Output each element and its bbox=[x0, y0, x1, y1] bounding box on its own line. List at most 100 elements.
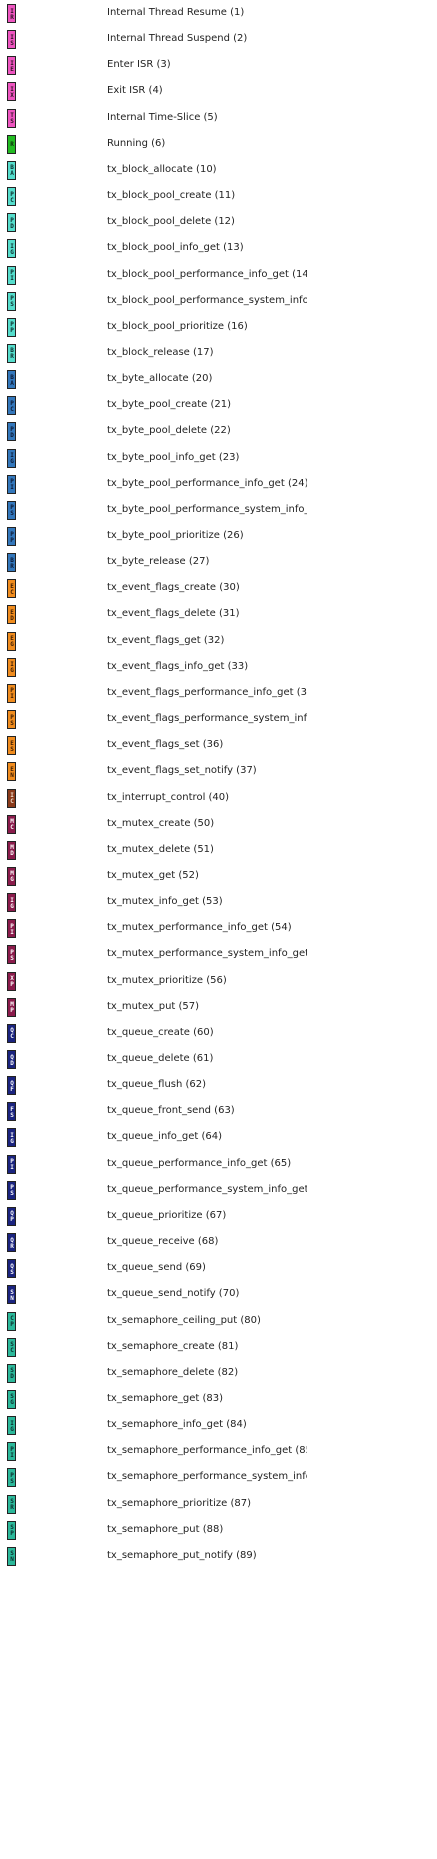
event-code-text: IG bbox=[8, 896, 16, 909]
event-code-badge-icon: QF bbox=[7, 1076, 16, 1096]
legend-row: PD tx_block_pool_delete (12) bbox=[0, 213, 437, 239]
event-code-badge-icon: PS bbox=[7, 1180, 16, 1200]
event-code-text: EN bbox=[8, 765, 16, 778]
event-code-text: XP bbox=[8, 975, 16, 988]
legend-row: SN tx_semaphore_put_notify (89) bbox=[0, 1546, 437, 1573]
legend-row: PC tx_byte_pool_create (21) bbox=[0, 396, 437, 422]
event-label: tx_byte_release (27) bbox=[107, 556, 210, 568]
legend-row: R Running (6) bbox=[0, 134, 437, 161]
event-code-badge-icon: PS bbox=[7, 945, 16, 965]
event-code-text: TS bbox=[8, 112, 16, 125]
event-code-badge-icon: SD bbox=[7, 1363, 16, 1383]
event-code-badge-icon: MD bbox=[7, 840, 16, 860]
event-code-text: PD bbox=[8, 216, 16, 229]
event-label: tx_semaphore_put (88) bbox=[107, 1523, 224, 1535]
event-code-badge-icon: IG bbox=[7, 657, 16, 677]
event-label: tx_block_pool_performance_system_info_ge… bbox=[107, 294, 307, 306]
event-label: tx_queue_receive (68) bbox=[107, 1236, 219, 1248]
event-code-badge-icon: QP bbox=[7, 1206, 16, 1226]
event-code-text: SC bbox=[8, 1341, 16, 1354]
event-code-text: QR bbox=[8, 1236, 16, 1249]
event-code-text: MP bbox=[8, 1001, 16, 1014]
legend-row: IE Enter ISR (3) bbox=[0, 56, 437, 82]
event-code-badge-icon: CP bbox=[7, 1311, 16, 1331]
event-code-badge-icon: IG bbox=[7, 893, 16, 913]
event-code-text: EG bbox=[8, 635, 16, 648]
event-code-text: QD bbox=[8, 1053, 16, 1066]
event-label: tx_block_pool_info_get (13) bbox=[107, 242, 244, 254]
event-label: tx_event_flags_info_get (33) bbox=[107, 660, 249, 672]
event-code-badge-icon: PI bbox=[7, 919, 16, 939]
event-label: tx_queue_performance_system_info_get (66… bbox=[107, 1183, 307, 1195]
legend-row: PI tx_semaphore_performance_info_get (85) bbox=[0, 1442, 437, 1468]
event-code-badge-icon: MC bbox=[7, 814, 16, 834]
legend-row: IG tx_event_flags_info_get (33) bbox=[0, 657, 437, 684]
event-label: tx_semaphore_ceiling_put (80) bbox=[107, 1314, 261, 1326]
legend-row: PI tx_byte_pool_performance_info_get (24) bbox=[0, 474, 437, 501]
event-label: tx_mutex_put (57) bbox=[107, 1000, 200, 1012]
event-label: tx_byte_pool_create (21) bbox=[107, 399, 231, 411]
event-code-badge-icon: PI bbox=[7, 474, 16, 494]
event-code-text: SN bbox=[8, 1288, 16, 1301]
legend-row: QR tx_queue_receive (68) bbox=[0, 1233, 437, 1259]
legend-row: PS tx_event_flags_performance_system_info… bbox=[0, 710, 437, 736]
event-code-badge-icon: SG bbox=[7, 1389, 16, 1409]
event-code-badge-icon: ES bbox=[7, 736, 16, 756]
legend-row: ES tx_event_flags_set (36) bbox=[0, 736, 437, 762]
event-code-badge-icon: PC bbox=[7, 396, 16, 416]
legend-row: PI tx_event_flags_performance_info_get (3… bbox=[0, 683, 437, 710]
event-code-badge-icon: R bbox=[7, 134, 16, 154]
event-code-text: CP bbox=[8, 1315, 16, 1327]
legend-row: CP tx_semaphore_ceiling_put (80) bbox=[0, 1311, 437, 1338]
legend-row: SN tx_queue_send_notify (70) bbox=[0, 1285, 437, 1311]
event-code-text: R bbox=[8, 141, 16, 148]
event-code-text: PS bbox=[8, 1471, 16, 1484]
event-label: tx_event_flags_performance_system_info_g… bbox=[107, 713, 307, 725]
legend-row: ED tx_event_flags_delete (31) bbox=[0, 605, 437, 631]
legend-row: IG tx_mutex_info_get (53) bbox=[0, 893, 437, 919]
legend-row: PI tx_queue_performance_info_get (65) bbox=[0, 1154, 437, 1181]
legend-row: IG tx_queue_info_get (64) bbox=[0, 1128, 437, 1154]
event-code-text: ES bbox=[8, 739, 16, 752]
event-label: tx_event_flags_performance_info_get (34) bbox=[107, 686, 307, 698]
event-code-badge-icon: QR bbox=[7, 1233, 16, 1253]
event-code-badge-icon: PI bbox=[7, 1154, 16, 1174]
legend-row: MC tx_mutex_create (50) bbox=[0, 814, 437, 841]
event-code-badge-icon: QD bbox=[7, 1050, 16, 1069]
event-code-text: EC bbox=[8, 582, 16, 595]
event-label: tx_mutex_info_get (53) bbox=[107, 896, 223, 908]
event-code-badge-icon: IS bbox=[7, 30, 16, 50]
event-label: Running (6) bbox=[107, 137, 166, 149]
event-label: tx_block_pool_performance_info_get (14) bbox=[107, 268, 307, 280]
event-code-text: PP bbox=[8, 530, 16, 543]
event-code-text: FS bbox=[8, 1105, 16, 1118]
legend-row: PS tx_mutex_performance_system_info_get (… bbox=[0, 945, 437, 971]
event-code-badge-icon: SP bbox=[7, 1520, 16, 1540]
event-code-badge-icon: IG bbox=[7, 239, 16, 259]
event-label: tx_queue_send (69) bbox=[107, 1262, 206, 1274]
event-code-text: PC bbox=[8, 399, 16, 412]
event-code-text: IR bbox=[8, 7, 16, 20]
legend-row: PD tx_byte_pool_delete (22) bbox=[0, 422, 437, 448]
event-code-badge-icon: XP bbox=[7, 971, 16, 991]
event-code-text: BR bbox=[8, 556, 16, 569]
event-code-text: PI bbox=[8, 1445, 16, 1458]
event-code-badge-icon: BR bbox=[7, 553, 16, 573]
event-label: tx_event_flags_set (36) bbox=[107, 739, 224, 751]
legend-row: SD tx_semaphore_delete (82) bbox=[0, 1363, 437, 1390]
event-code-badge-icon: SN bbox=[7, 1285, 16, 1305]
legend-row: EN tx_event_flags_set_notify (37) bbox=[0, 762, 437, 788]
legend-row: PP tx_byte_pool_prioritize (26) bbox=[0, 527, 437, 553]
event-label: tx_queue_front_send (63) bbox=[107, 1105, 235, 1117]
event-code-text: PC bbox=[8, 190, 16, 203]
event-code-badge-icon: PI bbox=[7, 265, 16, 285]
event-code-text: IG bbox=[8, 242, 16, 255]
event-label: tx_queue_create (60) bbox=[107, 1026, 214, 1038]
legend-row: QP tx_queue_prioritize (67) bbox=[0, 1206, 437, 1233]
legend-row: IR Internal Thread Resume (1) bbox=[0, 4, 437, 30]
legend-row: FS tx_queue_front_send (63) bbox=[0, 1102, 437, 1128]
event-code-badge-icon: IE bbox=[7, 56, 16, 76]
legend-row: QC tx_queue_create (60) bbox=[0, 1023, 437, 1050]
event-label: Internal Thread Suspend (2) bbox=[107, 33, 248, 45]
event-code-badge-icon: MP bbox=[7, 997, 16, 1017]
